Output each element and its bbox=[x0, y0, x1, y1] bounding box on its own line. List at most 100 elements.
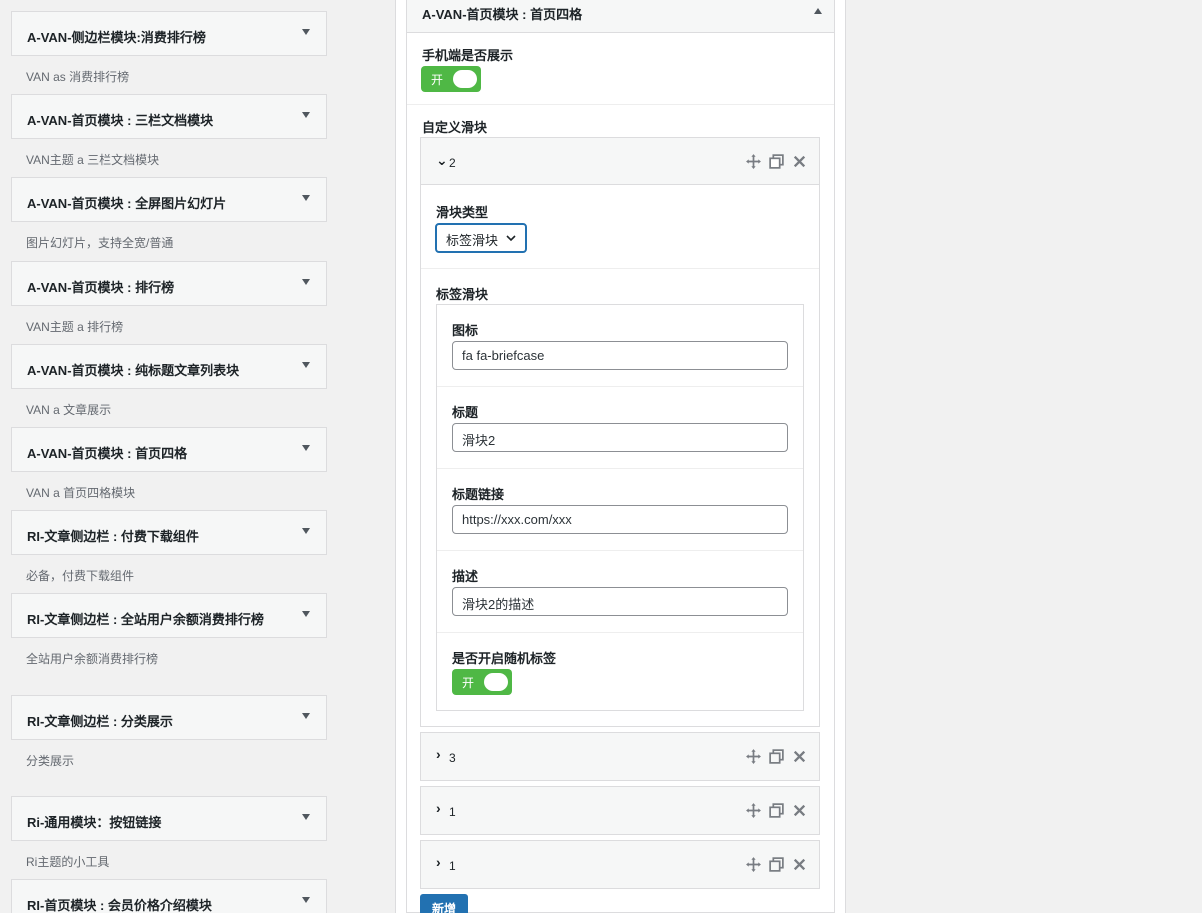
widget-description: VAN主题 a 三栏文档模块 bbox=[26, 153, 160, 167]
widget-item[interactable]: A-VAN-侧边栏模块:消费排行榜 bbox=[11, 11, 327, 56]
widget-item[interactable]: A-VAN-首页模块 : 排行榜 bbox=[11, 261, 327, 306]
tag-slider-fields: 图标 fa fa-briefcase 标题 滑块2 标题链接 https://x… bbox=[436, 304, 804, 711]
caret-down-icon[interactable] bbox=[302, 814, 310, 820]
chevron-right-icon[interactable]: › bbox=[436, 800, 441, 816]
caret-down-icon[interactable] bbox=[302, 445, 310, 451]
caret-down-icon[interactable] bbox=[302, 29, 310, 35]
widget-description: 必备，付费下载组件 bbox=[26, 569, 135, 583]
move-icon[interactable] bbox=[745, 802, 762, 819]
close-icon[interactable] bbox=[791, 802, 808, 819]
caret-down-icon[interactable] bbox=[302, 112, 310, 118]
caret-up-icon[interactable] bbox=[814, 8, 822, 14]
group-title: 2 bbox=[449, 156, 456, 170]
panel-title: A-VAN-首页模块 : 首页四格 bbox=[422, 7, 583, 22]
mobile-display-label: 手机端是否展示 bbox=[422, 48, 514, 63]
widget-item[interactable]: RI-首页模块 : 会员价格介绍模块 bbox=[11, 879, 327, 913]
select-value: 标签滑块 bbox=[446, 233, 499, 248]
move-icon[interactable] bbox=[745, 153, 762, 170]
widget-description: VAN a 文章展示 bbox=[26, 403, 112, 417]
widget-title: RI-首页模块 : 会员价格介绍模块 bbox=[27, 898, 212, 913]
title-link-field-label: 标题链接 bbox=[452, 487, 505, 502]
slider-type-select[interactable]: 标签滑块 bbox=[435, 223, 527, 253]
divider bbox=[437, 550, 803, 551]
widget-title: RI-文章侧边栏 : 分类展示 bbox=[27, 714, 173, 729]
caret-down-icon[interactable] bbox=[302, 279, 310, 285]
widget-title: RI-文章侧边栏 : 全站用户余额消费排行榜 bbox=[27, 612, 264, 627]
divider bbox=[407, 104, 834, 105]
description-input[interactable]: 滑块2的描述 bbox=[452, 587, 788, 616]
widget-description: 分类展示 bbox=[26, 754, 75, 768]
tag-slider-label: 标签滑块 bbox=[436, 287, 489, 302]
widget-description: Ri主题的小工具 bbox=[26, 855, 110, 869]
widget-item[interactable]: A-VAN-首页模块 : 纯标题文章列表块 bbox=[11, 344, 327, 389]
widget-item[interactable]: RI-文章侧边栏 : 付费下载组件 bbox=[11, 510, 327, 555]
widget-item[interactable]: A-VAN-首页模块 : 三栏文档模块 bbox=[11, 94, 327, 139]
input-value: https://xxx.com/xxx bbox=[462, 512, 572, 527]
description-field-label: 描述 bbox=[452, 569, 479, 584]
widget-title: A-VAN-首页模块 : 首页四格 bbox=[27, 446, 188, 461]
group-actions bbox=[745, 748, 808, 765]
widget-description: VAN主题 a 排行榜 bbox=[26, 320, 124, 334]
divider bbox=[421, 268, 819, 269]
chevron-down-icon bbox=[506, 235, 516, 242]
caret-down-icon[interactable] bbox=[302, 897, 310, 903]
clone-icon[interactable] bbox=[768, 856, 785, 873]
close-icon[interactable] bbox=[791, 748, 808, 765]
caret-down-icon[interactable] bbox=[302, 713, 310, 719]
widget-description: VAN as 消费排行榜 bbox=[26, 70, 130, 84]
widget-title: Ri-通用模块：按钮链接 bbox=[27, 815, 162, 830]
widget-description: 全站用户余额消费排行榜 bbox=[26, 652, 159, 666]
slider-group-expanded: ⌄ 2 滑块类型 标签滑块 标签滑块 图标 fa fa-briefcase 标题… bbox=[420, 137, 820, 727]
widget-item[interactable]: RI-文章侧边栏 : 全站用户余额消费排行榜 bbox=[11, 593, 327, 638]
input-value: 滑块2 bbox=[462, 433, 496, 448]
slider-group-collapsed[interactable]: › 1 bbox=[420, 786, 820, 835]
divider bbox=[437, 386, 803, 387]
widget-item[interactable]: RI-文章侧边栏 : 分类展示 bbox=[11, 695, 327, 740]
slider-type-label: 滑块类型 bbox=[436, 205, 489, 220]
clone-icon[interactable] bbox=[768, 748, 785, 765]
add-button-label: 新增 bbox=[431, 902, 456, 913]
chevron-down-icon[interactable]: ⌄ bbox=[436, 152, 448, 169]
caret-down-icon[interactable] bbox=[302, 195, 310, 201]
random-tag-switch[interactable]: 开 bbox=[452, 669, 512, 695]
input-value: fa fa-briefcase bbox=[462, 348, 545, 363]
chevron-right-icon[interactable]: › bbox=[436, 746, 441, 762]
available-widgets: A-VAN-侧边栏模块:消费排行榜 VAN as 消费排行榜 A-VAN-首页模… bbox=[0, 0, 340, 913]
group-actions bbox=[745, 802, 808, 819]
widget-description: 图片幻灯片，支持全宽/普通 bbox=[26, 236, 174, 250]
move-icon[interactable] bbox=[745, 856, 762, 873]
widget-title: RI-文章侧边栏 : 付费下载组件 bbox=[27, 529, 199, 544]
custom-slider-label: 自定义滑块 bbox=[422, 120, 488, 135]
widget-description: VAN a 首页四格模块 bbox=[26, 486, 136, 500]
switch-state-label: 开 bbox=[462, 676, 475, 690]
widget-item[interactable]: Ri-通用模块：按钮链接 bbox=[11, 796, 327, 841]
close-icon[interactable] bbox=[791, 856, 808, 873]
title-input[interactable]: 滑块2 bbox=[452, 423, 788, 452]
title-field-label: 标题 bbox=[452, 405, 479, 420]
divider bbox=[437, 632, 803, 633]
widget-item[interactable]: A-VAN-首页模块 : 全屏图片幻灯片 bbox=[11, 177, 327, 222]
slider-group-collapsed[interactable]: › 1 bbox=[420, 840, 820, 889]
clone-icon[interactable] bbox=[768, 802, 785, 819]
group-title: 1 bbox=[449, 805, 456, 819]
icon-input[interactable]: fa fa-briefcase bbox=[452, 341, 788, 370]
widget-item[interactable]: A-VAN-首页模块 : 首页四格 bbox=[11, 427, 327, 472]
clone-icon[interactable] bbox=[768, 153, 785, 170]
chevron-right-icon[interactable]: › bbox=[436, 854, 441, 870]
mobile-display-switch[interactable]: 开 bbox=[421, 66, 481, 92]
widget-title: A-VAN-首页模块 : 排行榜 bbox=[27, 280, 175, 295]
panel-header[interactable]: A-VAN-首页模块 : 首页四格 bbox=[407, 0, 834, 33]
caret-down-icon[interactable] bbox=[302, 611, 310, 617]
divider bbox=[437, 468, 803, 469]
add-slider-button[interactable]: 新增 bbox=[420, 894, 468, 913]
random-tag-label: 是否开启随机标签 bbox=[452, 651, 557, 666]
slider-group-collapsed[interactable]: › 3 bbox=[420, 732, 820, 781]
group-actions bbox=[745, 153, 808, 170]
group-header[interactable]: ⌄ 2 bbox=[421, 138, 819, 185]
caret-down-icon[interactable] bbox=[302, 362, 310, 368]
close-icon[interactable] bbox=[791, 153, 808, 170]
move-icon[interactable] bbox=[745, 748, 762, 765]
caret-down-icon[interactable] bbox=[302, 528, 310, 534]
title-link-input[interactable]: https://xxx.com/xxx bbox=[452, 505, 788, 534]
widget-title: A-VAN-首页模块 : 全屏图片幻灯片 bbox=[27, 196, 227, 211]
